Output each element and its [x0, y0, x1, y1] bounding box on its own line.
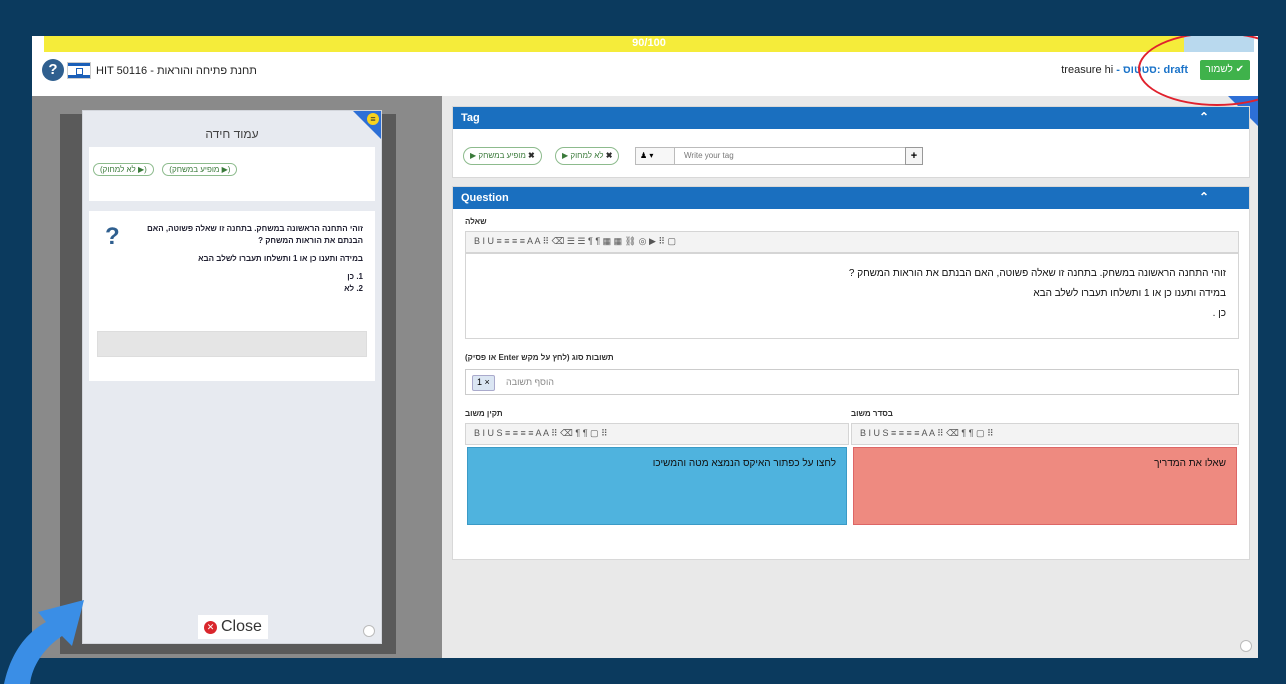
preview-question: ? זוהי התחנה הראשונה במשחק. בתחנה זו שאל…: [89, 211, 375, 381]
status-prefix: treasure hi: [1061, 64, 1114, 76]
preview-line: זוהי התחנה הראשונה במשחק. בתחנה זו שאלה …: [147, 224, 363, 245]
preview-card: ≡ עמוד חידה (לא למחוק ▶) (מופיע במשחק ▶)…: [82, 110, 382, 644]
resize-handle[interactable]: [1240, 640, 1252, 652]
question-line: זוהי התחנה הראשונה במשחק. בתחנה זו שאלה …: [848, 268, 1226, 279]
question-label: שאלה: [465, 217, 487, 226]
answer-placeholder: הוסף תשובה: [506, 377, 554, 387]
answer-chip[interactable]: 1 ×: [472, 375, 495, 391]
preview-tag-pill[interactable]: (מופיע במשחק ▶): [162, 163, 238, 176]
tag-pill-label: לא למחוק: [570, 151, 604, 160]
app-window: 90/100 ? HIT תחנת פתיחה והוראות - 50116 …: [32, 36, 1258, 658]
close-icon: ✕: [204, 621, 217, 634]
chevron-up-icon[interactable]: ⌃: [1199, 190, 1209, 204]
preview-tag-pill[interactable]: (לא למחוק ▶): [93, 163, 154, 176]
preview-line: במידה ותענו כן או 1 ותשלחו תעברו לשלב הב…: [198, 254, 363, 263]
preview-line: 2. לא: [344, 284, 363, 293]
remove-tag-icon[interactable]: ✖: [528, 151, 535, 160]
add-tag-button[interactable]: +: [905, 147, 923, 165]
resize-handle[interactable]: [363, 625, 375, 637]
answers-label: (או פסיק Enter לחץ על מקש) תשובות סוג: [465, 353, 614, 362]
question-editor[interactable]: זוהי התחנה הראשונה במשחק. בתחנה זו שאלה …: [465, 253, 1239, 339]
question-line: במידה ותענו כן או 1 ותשלחו תעברו לשלב הב…: [1033, 288, 1226, 299]
question-panel-header[interactable]: Question ⌃: [453, 187, 1249, 209]
tag-pill[interactable]: ▶ מופיע במשחק ✖: [463, 147, 542, 165]
hit-title: HIT תחנת פתיחה והוראות - 50116: [96, 65, 257, 77]
header-bar: ? HIT תחנת פתיחה והוראות - 50116 treasur…: [32, 52, 1258, 96]
correct-feedback-editor[interactable]: שאלו את המדריך: [853, 447, 1237, 525]
tag-pill[interactable]: ▶ לא למחוק ✖: [555, 147, 620, 165]
chevron-up-icon[interactable]: ⌃: [1199, 110, 1209, 124]
question-panel: Question ⌃ שאלה B I U ≡ ≡ ≡ ≡ A A ⠿ ⌫ ☰ …: [452, 186, 1250, 560]
tag-input[interactable]: Write your tag: [635, 147, 921, 165]
question-toolbar[interactable]: B I U ≡ ≡ ≡ ≡ A A ⠿ ⌫ ☰ ☰ ¶ ¶ ▦ ▦ ⛓ ◎ ▶ …: [465, 231, 1239, 253]
wrong-feedback-editor[interactable]: לחצו על כפתור האיקס הנמצא מטה והמשיכו: [467, 447, 847, 525]
question-line: כן .: [1212, 308, 1226, 319]
close-button[interactable]: ✕ Close: [198, 615, 268, 639]
correct-feedback-toolbar[interactable]: B I U S ≡ ≡ ≡ ≡ A A ⠿ ⌫ ¶ ¶ ▢ ⠿: [851, 423, 1239, 445]
tag-panel-title: Tag: [461, 112, 480, 124]
progress-text: 90/100: [632, 37, 666, 49]
preview-pane: ≡ עמוד חידה (לא למחוק ▶) (מופיע במשחק ▶)…: [32, 96, 442, 658]
tag-pill-label: מופיע במשחק: [478, 151, 526, 160]
remove-tag-icon[interactable]: ✖: [606, 151, 613, 160]
preview-question-text: זוהי התחנה הראשונה במשחק. בתחנה זו שאלה …: [133, 223, 363, 301]
arrow-annotation-icon: [4, 600, 84, 684]
preview-answer-input[interactable]: [97, 331, 367, 357]
correct-feedback-label: בסדר משוב: [851, 409, 893, 418]
close-label: Close: [221, 618, 262, 635]
preview-title: עמוד חידה: [205, 127, 259, 141]
answers-input[interactable]: 1 × הוסף תשובה: [465, 369, 1239, 395]
tag-panel: Tag ⌃ ▶ מופיע במשחק ✖ ▶ לא למחוק ✖ Write…: [452, 106, 1250, 178]
israel-flag-icon[interactable]: [68, 63, 90, 78]
progress-bar: 90/100: [44, 36, 1254, 52]
help-icon[interactable]: ?: [42, 59, 64, 81]
tag-type-select[interactable]: ♟ ▾: [635, 147, 675, 165]
question-mark-icon: ?: [105, 223, 120, 250]
editor-pane: Tag ⌃ ▶ מופיע במשחק ✖ ▶ לא למחוק ✖ Write…: [442, 96, 1258, 658]
menu-icon[interactable]: ≡: [367, 113, 379, 125]
preview-tags: (לא למחוק ▶) (מופיע במשחק ▶): [89, 147, 375, 201]
wrong-feedback-label: תקין משוב: [465, 409, 503, 418]
preview-line: 1. כן: [347, 272, 363, 281]
tag-input-placeholder: Write your tag: [684, 151, 734, 160]
wrong-feedback-toolbar[interactable]: B I U S ≡ ≡ ≡ ≡ A A ⠿ ⌫ ¶ ¶ ▢ ⠿: [465, 423, 849, 445]
tag-panel-header[interactable]: Tag ⌃: [453, 107, 1249, 129]
question-panel-title: Question: [461, 192, 509, 204]
